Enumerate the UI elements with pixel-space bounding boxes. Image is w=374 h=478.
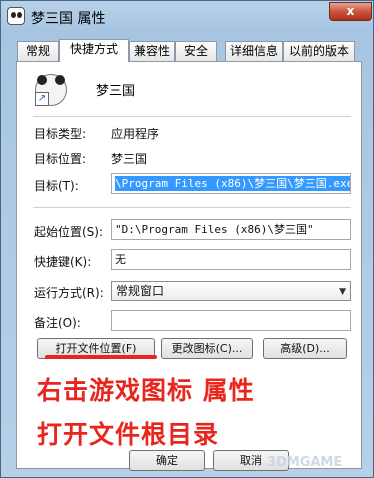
tab-details[interactable]: 详细信息 — [225, 41, 283, 61]
target-type-value: 应用程序 — [111, 127, 160, 141]
annotation-line-1: 右击游戏图标 属性 — [37, 376, 255, 405]
annotation-line-2: 打开文件根目录 — [37, 420, 220, 449]
run-label: 运行方式(R): — [34, 286, 104, 300]
dropdown-arrow-icon: ▼ — [339, 287, 346, 297]
tab-security[interactable]: 安全 — [175, 41, 217, 61]
target-value: \Program Files (x86)\梦三国\梦三国.exe" — [115, 176, 350, 191]
target-location-label: 目标位置: — [34, 152, 87, 166]
comment-input[interactable] — [111, 310, 351, 331]
divider — [33, 116, 351, 117]
shortcut-arrow-icon: ↗ — [35, 92, 49, 106]
start-in-label: 起始位置(S): — [34, 225, 104, 239]
shortcut-name: 梦三国 — [96, 84, 136, 99]
run-mode-select[interactable]: 常规窗口 ▼ — [111, 281, 351, 301]
tab-previous-versions[interactable]: 以前的版本 — [283, 41, 355, 61]
run-mode-value: 常规窗口 — [116, 284, 165, 298]
start-in-input[interactable]: "D:\Program Files (x86)\梦三国" — [111, 219, 351, 240]
target-type-label: 目标类型: — [34, 127, 87, 141]
target-input[interactable]: \Program Files (x86)\梦三国\梦三国.exe" — [111, 173, 351, 194]
comment-label: 备注(O): — [34, 316, 81, 330]
change-icon-button[interactable]: 更改图标(C)... — [161, 338, 253, 359]
close-button[interactable]: x — [329, 2, 372, 21]
shortcut-panda-icon: ↗ — [35, 74, 67, 106]
hotkey-label: 快捷键(K): — [34, 255, 92, 269]
ok-button[interactable]: 确定 — [129, 450, 205, 471]
tab-shortcut[interactable]: 快捷方式 — [59, 39, 129, 62]
annotation-underline — [45, 355, 157, 359]
window-title: 梦三国 属性 — [31, 11, 106, 27]
properties-window: 梦三国 属性 x 常规 快捷方式 兼容性 安全 详细信息 以前的版本 ↗ 梦三国… — [0, 0, 374, 478]
panda-app-icon — [7, 7, 25, 25]
advanced-button[interactable]: 高级(D)... — [263, 338, 347, 359]
title-bar[interactable]: 梦三国 属性 x — [1, 1, 373, 33]
hotkey-input[interactable]: 无 — [111, 249, 351, 270]
target-location-value: 梦三国 — [111, 152, 148, 166]
watermark-logo: 3DMGAME — [267, 455, 343, 470]
tab-general[interactable]: 常规 — [17, 41, 59, 61]
tab-compatibility[interactable]: 兼容性 — [129, 41, 175, 61]
target-label: 目标(T): — [34, 179, 79, 193]
divider — [33, 207, 351, 208]
